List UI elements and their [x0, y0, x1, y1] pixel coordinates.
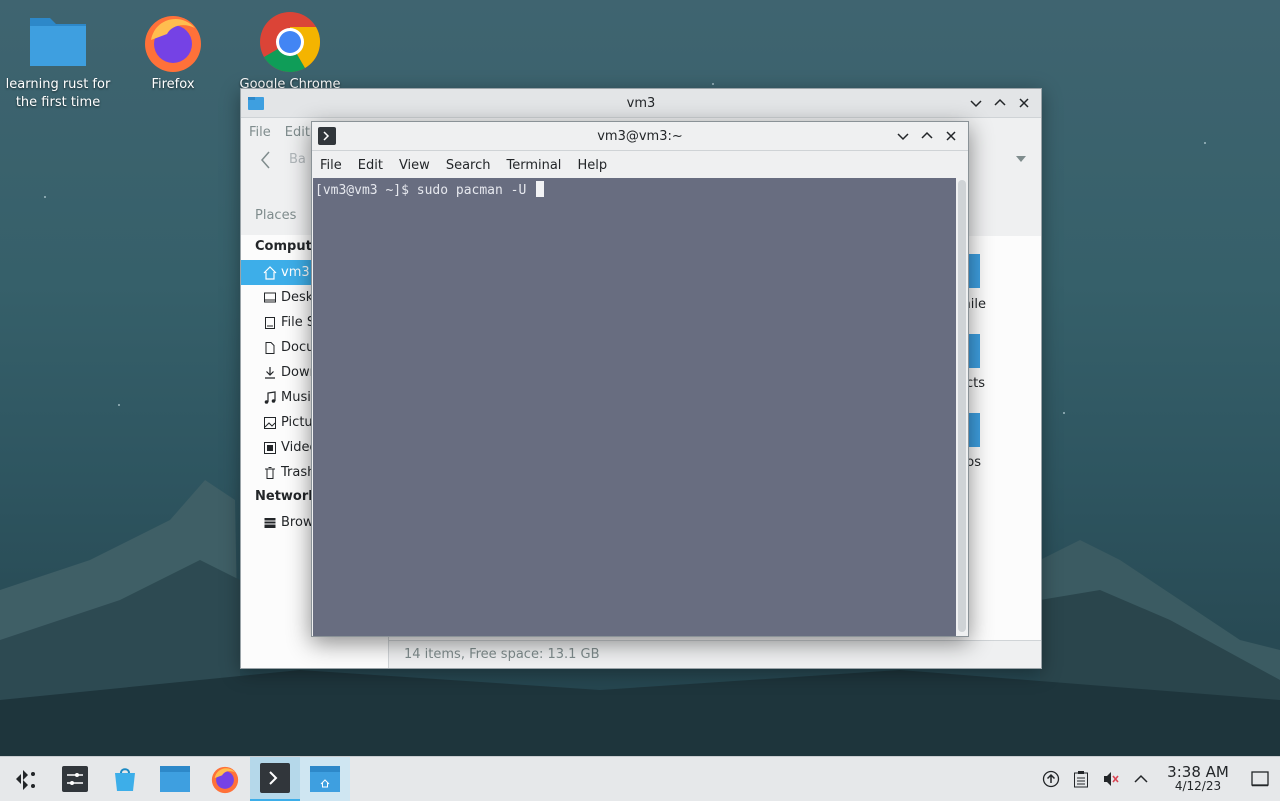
folder-icon	[160, 766, 190, 792]
close-icon	[1019, 98, 1029, 108]
tray-expand[interactable]	[1126, 757, 1156, 801]
desktop-icon	[264, 292, 276, 302]
settings-sliders-icon	[62, 766, 88, 792]
taskbar-dolphin[interactable]	[150, 757, 200, 801]
music-icon	[264, 390, 276, 404]
taskbar-firefox[interactable]	[200, 757, 250, 801]
tray-updates[interactable]	[1036, 757, 1066, 801]
desktop-icon-label: learning rust for the first time	[5, 77, 111, 110]
chevron-up-icon	[921, 131, 933, 139]
desktop-google-chrome[interactable]: Google Chrome	[235, 10, 345, 94]
tray-clipboard[interactable]	[1066, 757, 1096, 801]
firefox-icon	[211, 766, 239, 794]
taskbar-discover[interactable]	[100, 757, 150, 801]
close-icon	[946, 131, 956, 141]
menu-edit[interactable]: Edit	[285, 125, 310, 140]
volume-muted-icon	[1104, 772, 1119, 786]
terminal-window-title: vm3@vm3:~	[597, 128, 683, 144]
system-tray: 3:38 AM 4/12/23	[1036, 757, 1280, 801]
folder-icon	[30, 18, 86, 66]
taskbar-dolphin-window[interactable]	[300, 757, 350, 801]
clock-date: 4/12/23	[1174, 779, 1222, 793]
menu-edit[interactable]: Edit	[358, 158, 383, 173]
show-desktop-button[interactable]	[1240, 757, 1280, 801]
terminal-menubar: File Edit View Search Terminal Help	[312, 151, 968, 179]
maximize-button[interactable]	[991, 94, 1009, 112]
minimize-button[interactable]	[967, 94, 985, 112]
chevron-up-icon	[994, 98, 1006, 106]
sidebar-item-label: Desk	[281, 290, 314, 305]
terminal-prompt-line: [vm3@vm3 ~]$ sudo pacman -U	[315, 183, 535, 198]
back-arrow-icon[interactable]	[259, 150, 273, 170]
chrome-icon	[260, 12, 321, 73]
desktop-folder-learning-rust[interactable]: learning rust for the first time	[3, 10, 113, 112]
chevron-down-icon	[970, 100, 982, 108]
clock-time: 3:38 AM	[1167, 763, 1229, 781]
firefox-icon	[145, 16, 201, 72]
document-icon	[265, 341, 275, 354]
terminal-window[interactable]: vm3@vm3:~ File Edit View Search Terminal…	[311, 121, 969, 637]
dolphin-titlebar[interactable]: vm3	[241, 89, 1041, 118]
menu-file[interactable]: File	[249, 125, 271, 140]
chevron-up-icon	[1134, 774, 1148, 783]
home-icon	[263, 265, 277, 280]
menu-search[interactable]: Search	[446, 158, 491, 173]
trash-icon	[265, 466, 275, 479]
show-desktop-icon	[1251, 771, 1269, 787]
maximize-button[interactable]	[918, 127, 936, 145]
download-icon	[265, 366, 275, 379]
sidebar-item-label: Docu	[281, 340, 315, 355]
close-button[interactable]	[1015, 94, 1033, 112]
store-bag-icon	[115, 768, 135, 791]
network-icon	[264, 517, 276, 528]
dropdown-arrow-icon[interactable]	[1015, 154, 1027, 164]
tray-volume[interactable]	[1096, 757, 1126, 801]
sidebar-item-label: Dowr	[281, 365, 315, 380]
update-arrow-icon	[1042, 770, 1060, 788]
menu-file[interactable]: File	[320, 158, 342, 173]
dolphin-window-title: vm3	[626, 95, 656, 111]
desktop-icon-label: Firefox	[151, 77, 195, 92]
taskbar: 3:38 AM 4/12/23	[0, 756, 1280, 801]
terminal-output[interactable]: [vm3@vm3 ~]$ sudo pacman -U	[313, 178, 956, 636]
chevron-down-icon	[897, 133, 909, 141]
desktop-firefox[interactable]: Firefox	[118, 10, 228, 94]
menu-help[interactable]: Help	[577, 158, 607, 173]
menu-view[interactable]: View	[399, 158, 430, 173]
home-folder-icon	[310, 766, 340, 792]
taskbar-konsole[interactable]	[250, 757, 300, 801]
video-icon	[264, 441, 276, 454]
back-button-label: Ba	[289, 152, 306, 167]
terminal-scrollbar[interactable]	[958, 180, 966, 632]
minimize-button[interactable]	[894, 127, 912, 145]
launcher-icon	[16, 770, 35, 790]
clipboard-icon	[1074, 771, 1088, 788]
sidebar-item-label: Brow	[281, 515, 314, 530]
picture-icon	[264, 416, 276, 429]
menu-terminal[interactable]: Terminal	[506, 158, 561, 173]
text-cursor	[536, 181, 545, 197]
terminal-icon	[260, 763, 290, 793]
terminal-titlebar[interactable]: vm3@vm3:~	[312, 122, 968, 151]
application-launcher-button[interactable]	[0, 757, 50, 801]
places-panel-header: Places	[255, 208, 297, 223]
sidebar-item-label: vm3	[281, 265, 310, 280]
filesystem-icon	[265, 316, 275, 329]
digital-clock[interactable]: 3:38 AM 4/12/23	[1162, 763, 1234, 794]
close-button[interactable]	[942, 127, 960, 145]
taskbar-system-settings[interactable]	[50, 757, 100, 801]
dolphin-statusbar: 14 items, Free space: 13.1 GB	[388, 640, 1041, 668]
